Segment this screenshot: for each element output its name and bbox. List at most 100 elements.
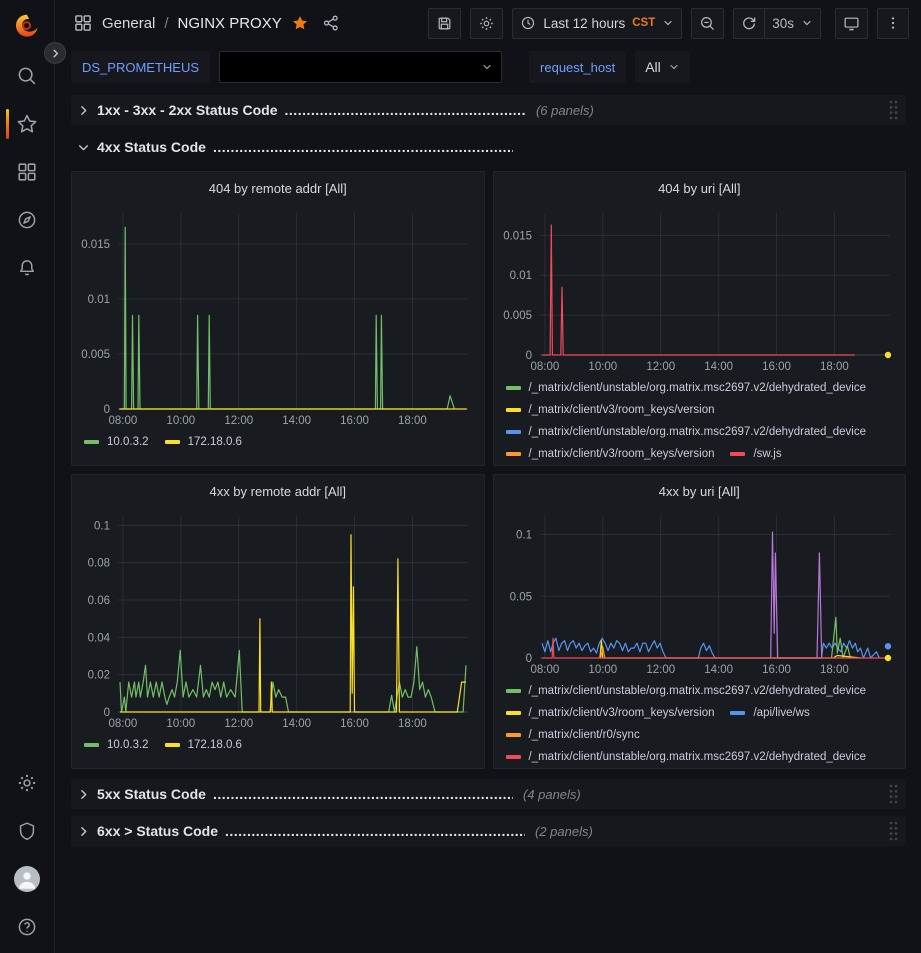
time-range-picker[interactable]: Last 12 hours CST bbox=[512, 8, 682, 39]
time-series-chart[interactable]: 08:0010:0012:0014:0016:0018:0000.0050.01… bbox=[72, 205, 484, 430]
row-4xx[interactable]: 4xx Status Code ........................… bbox=[71, 132, 906, 162]
legend-swatch bbox=[506, 711, 521, 715]
panel-title[interactable]: 404 by remote addr [All] bbox=[72, 172, 484, 205]
star-filled-icon[interactable] bbox=[291, 14, 309, 32]
chevron-right-icon bbox=[77, 104, 90, 117]
legend-item[interactable]: /_matrix/client/unstable/org.matrix.msc2… bbox=[506, 421, 867, 443]
legend-item[interactable]: /_matrix/client/v3/room_keys/version bbox=[506, 399, 715, 421]
dashboard-settings-button[interactable] bbox=[470, 8, 503, 39]
dashboard-title[interactable]: NGINX PROXY bbox=[178, 15, 282, 32]
legend-item[interactable]: 172.18.0.6 bbox=[165, 431, 242, 453]
sidebar-item-profile[interactable] bbox=[0, 855, 55, 903]
datasource-variable-label[interactable]: DS_PROMETHEUS bbox=[71, 51, 210, 83]
breadcrumb-folder[interactable]: General bbox=[102, 15, 155, 32]
svg-text:14:00: 14:00 bbox=[704, 664, 733, 676]
more-options-button[interactable] bbox=[877, 8, 909, 39]
chevron-down-icon bbox=[801, 17, 813, 29]
legend-item[interactable]: /_matrix/client/unstable/org.matrix.msc2… bbox=[506, 377, 867, 399]
svg-text:0.015: 0.015 bbox=[81, 239, 110, 251]
header-actions: Last 12 hours CST 30s bbox=[419, 8, 909, 39]
legend-row: 10.0.3.2 172.18.0.6 bbox=[84, 431, 474, 453]
legend-item[interactable]: 172.18.0.6 bbox=[165, 734, 242, 756]
row-title: 6xx > Status Code bbox=[97, 823, 218, 839]
sidebar-item-alerting[interactable] bbox=[0, 244, 55, 292]
svg-text:0.01: 0.01 bbox=[88, 294, 110, 306]
share-icon[interactable] bbox=[322, 14, 340, 32]
svg-text:0.1: 0.1 bbox=[516, 530, 532, 542]
refresh-button[interactable] bbox=[733, 8, 765, 39]
row-drag-handle[interactable] bbox=[888, 99, 898, 121]
panel-404-by-remote-addr: 404 by remote addr [All] 08:0010:0012:00… bbox=[71, 171, 485, 466]
legend-swatch bbox=[506, 689, 521, 693]
sidebar-expand-button[interactable] bbox=[44, 42, 66, 64]
svg-text:10:00: 10:00 bbox=[166, 415, 195, 427]
save-dashboard-button[interactable] bbox=[428, 8, 461, 39]
legend-item[interactable]: 10.0.3.2 bbox=[84, 734, 149, 756]
panel-legend: 10.0.3.2 172.18.0.6 bbox=[72, 430, 484, 457]
sidebar-item-starred[interactable] bbox=[0, 100, 55, 148]
row-title-dots: ........................................… bbox=[285, 102, 526, 118]
legend-row: /_matrix/client/v3/room_keys/version/sw.… bbox=[506, 443, 896, 462]
legend-item[interactable]: /api/live/ws bbox=[730, 702, 809, 724]
svg-text:0: 0 bbox=[104, 404, 110, 416]
avatar bbox=[14, 866, 40, 892]
legend-item[interactable]: /_matrix/client/v3/room_keys/version bbox=[506, 443, 715, 462]
legend-row: /_matrix/client/v3/room_keys/version/api… bbox=[506, 702, 896, 724]
panel-title[interactable]: 4xx by remote addr [All] bbox=[72, 475, 484, 508]
svg-text:0.02: 0.02 bbox=[88, 670, 110, 682]
legend-item[interactable]: 10.0.3.2 bbox=[84, 431, 149, 453]
time-series-chart[interactable]: 08:0010:0012:0014:0016:0018:0000.0050.01… bbox=[494, 205, 906, 376]
row-panel-count: (2 panels) bbox=[535, 824, 593, 839]
time-range-label: Last 12 hours bbox=[543, 16, 625, 31]
legend-row: /_matrix/client/unstable/org.matrix.msc2… bbox=[506, 377, 896, 399]
sidebar-item-configuration[interactable] bbox=[0, 759, 55, 807]
sidebar-item-dashboards[interactable] bbox=[0, 148, 55, 196]
zoom-out-time-button[interactable] bbox=[691, 8, 724, 39]
sidebar-item-server-admin[interactable] bbox=[0, 807, 55, 855]
refresh-interval-select[interactable]: 30s bbox=[765, 8, 821, 39]
panel-legend: /_matrix/client/unstable/org.matrix.msc2… bbox=[494, 376, 906, 462]
legend-item[interactable]: /_matrix/client/unstable/org.matrix.msc2… bbox=[506, 680, 867, 702]
row-drag-handle[interactable] bbox=[888, 783, 898, 805]
sidebar-item-help[interactable] bbox=[0, 903, 55, 951]
legend-swatch bbox=[84, 743, 99, 747]
panel-404-by-uri: 404 by uri [All] 08:0010:0012:0014:0016:… bbox=[493, 171, 907, 466]
legend-item[interactable]: /_matrix/client/v3/room_keys/version bbox=[506, 702, 715, 724]
tv-mode-button[interactable] bbox=[835, 8, 868, 39]
time-series-chart[interactable]: 08:0010:0012:0014:0016:0018:0000.050.1 bbox=[494, 508, 906, 679]
star-outline-icon bbox=[16, 113, 38, 135]
legend-row: 10.0.3.2 172.18.0.6 bbox=[84, 734, 474, 756]
svg-text:14:00: 14:00 bbox=[282, 718, 311, 730]
legend-item[interactable]: /_matrix/client/r0/sync bbox=[506, 724, 640, 746]
row-5xx[interactable]: 5xx Status Code ........................… bbox=[71, 779, 906, 809]
svg-text:0.1: 0.1 bbox=[94, 520, 110, 532]
datasource-variable-select[interactable] bbox=[219, 51, 502, 83]
sidebar-item-explore[interactable] bbox=[0, 196, 55, 244]
svg-text:18:00: 18:00 bbox=[820, 361, 849, 373]
legend-swatch bbox=[165, 440, 180, 444]
host-variable-label[interactable]: request_host bbox=[529, 51, 626, 83]
row-drag-handle[interactable] bbox=[888, 820, 898, 842]
person-icon bbox=[14, 866, 40, 892]
grafana-logo[interactable] bbox=[0, 0, 54, 52]
svg-text:14:00: 14:00 bbox=[704, 361, 733, 373]
legend-item[interactable]: /sw.js bbox=[730, 443, 781, 462]
host-variable-select[interactable]: All bbox=[635, 51, 690, 83]
panel-4xx-by-uri: 4xx by uri [All] 08:0010:0012:0014:0016:… bbox=[493, 474, 907, 769]
row-1xx-3xx-2xx[interactable]: 1xx - 3xx - 2xx Status Code ............… bbox=[71, 95, 906, 125]
time-series-chart[interactable]: 08:0010:0012:0014:0016:0018:0000.020.040… bbox=[72, 508, 484, 733]
legend-label: 10.0.3.2 bbox=[107, 734, 149, 756]
legend-swatch bbox=[506, 430, 521, 434]
chevron-right-icon bbox=[50, 48, 61, 59]
legend-item[interactable]: /_matrix/client/unstable/org.matrix.msc2… bbox=[506, 746, 867, 765]
panel-title[interactable]: 404 by uri [All] bbox=[494, 172, 906, 205]
panel-title[interactable]: 4xx by uri [All] bbox=[494, 475, 906, 508]
row-title: 4xx Status Code bbox=[97, 139, 206, 155]
legend-label: 10.0.3.2 bbox=[107, 431, 149, 453]
svg-text:16:00: 16:00 bbox=[340, 415, 369, 427]
legend-label: /_matrix/client/unstable/org.matrix.msc2… bbox=[529, 377, 867, 399]
grafana-logo-icon bbox=[12, 11, 42, 41]
row-6xx[interactable]: 6xx > Status Code ......................… bbox=[71, 816, 906, 846]
svg-text:0.01: 0.01 bbox=[509, 270, 531, 282]
gear-icon bbox=[478, 15, 495, 32]
